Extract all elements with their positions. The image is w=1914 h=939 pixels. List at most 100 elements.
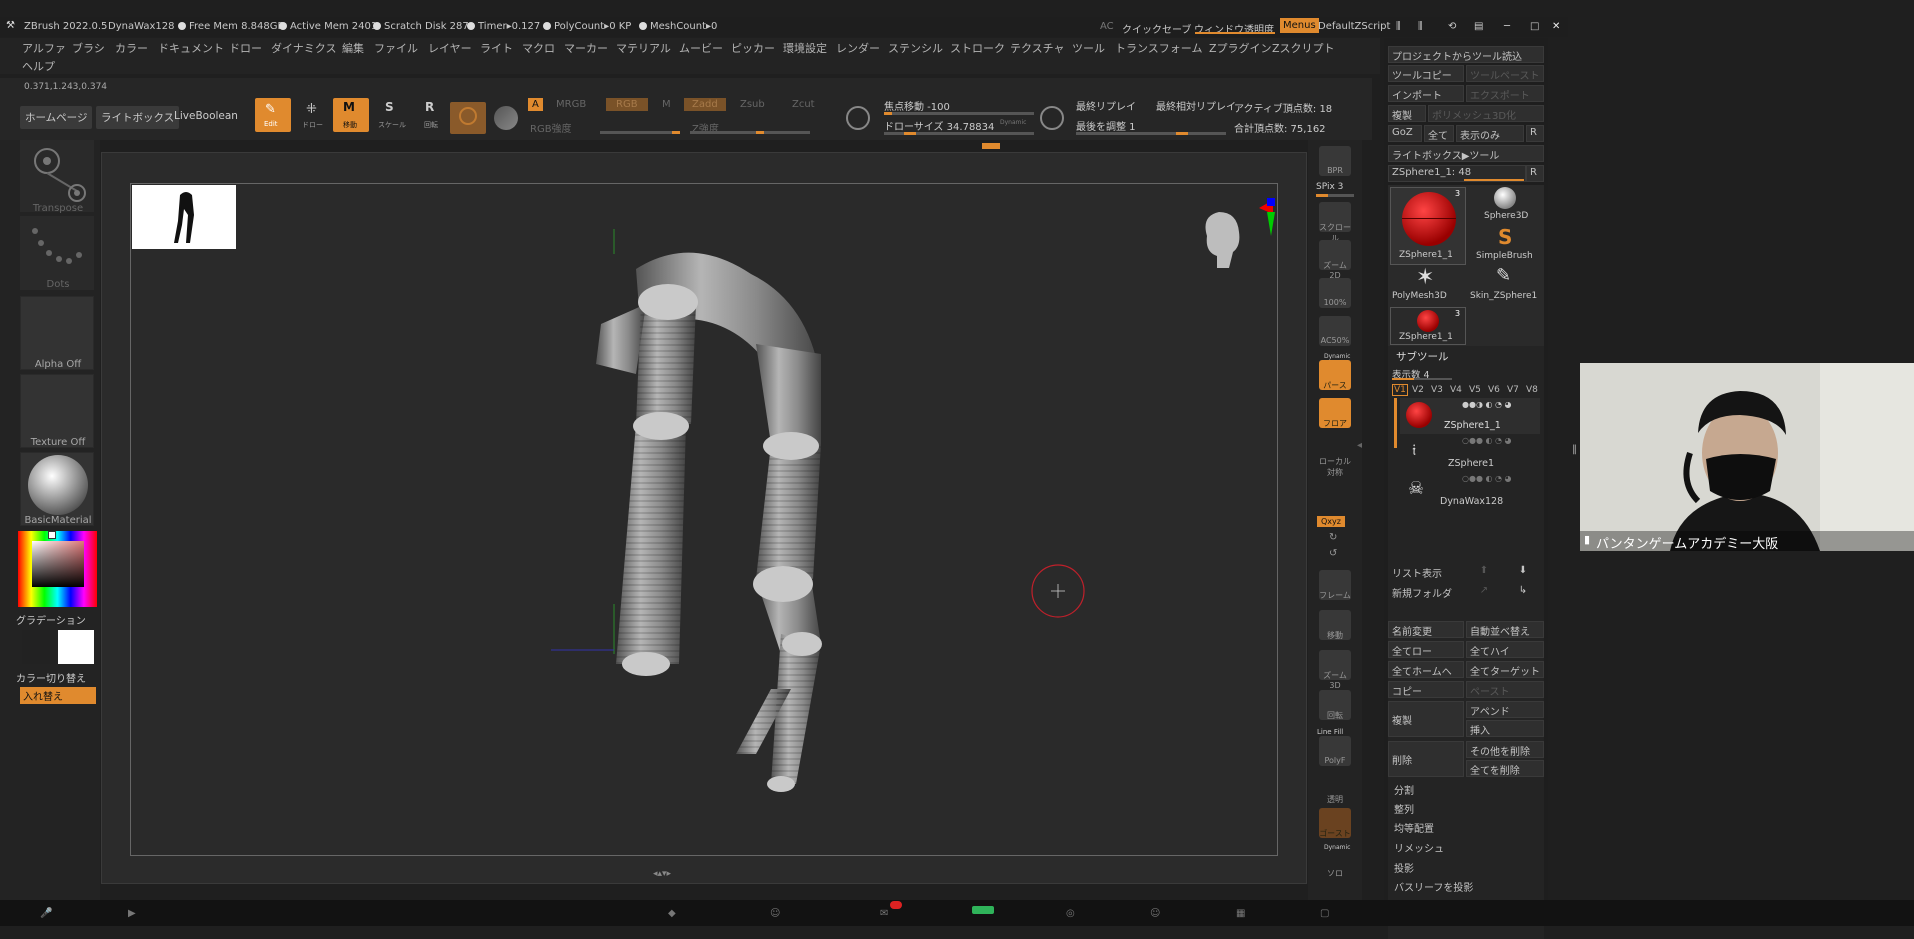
color-picker[interactable] xyxy=(18,531,97,607)
ac-button[interactable]: AC xyxy=(1100,21,1114,32)
visibility-eye-icon[interactable]: ○●● ◐ ◔ ◕ xyxy=(1462,436,1512,445)
solo-button[interactable]: ソロ xyxy=(1319,852,1351,878)
video-icon[interactable]: ▶ xyxy=(128,908,136,919)
panel-collapse-left-icon[interactable]: ◂ xyxy=(1357,440,1363,480)
tool-thumb-simplebrush[interactable]: S SimpleBrush xyxy=(1470,225,1542,265)
menu-zplugin[interactable]: Zプラグイン xyxy=(1209,40,1272,56)
spix-track[interactable] xyxy=(1316,194,1354,197)
ui-refresh-icon[interactable]: ⟲ xyxy=(1448,21,1456,32)
zoom2d-button[interactable]: ズーム2D xyxy=(1319,240,1351,280)
equal-layout-subpanel[interactable]: 均等配置 xyxy=(1388,818,1544,836)
paste-button[interactable]: ペースト xyxy=(1466,681,1544,698)
menu-stroke[interactable]: ストローク xyxy=(950,40,1005,56)
close-icon[interactable]: ✕ xyxy=(1552,21,1560,32)
menu-zscript[interactable]: Zスクリプト xyxy=(1272,40,1335,56)
panel-resize-handle[interactable]: ‖ xyxy=(1572,444,1577,470)
color-switch-button[interactable]: カラー切り替え xyxy=(16,670,100,685)
ghost-button[interactable]: ゴースト xyxy=(1319,808,1351,838)
z-strength-slider[interactable] xyxy=(690,131,810,134)
zsub-toggle[interactable]: Zsub xyxy=(740,99,765,110)
delete-button[interactable]: 削除 xyxy=(1388,741,1464,777)
a-toggle[interactable]: A xyxy=(528,98,543,111)
draw-size-slider[interactable]: ドローサイズ 34.78834 xyxy=(884,118,994,133)
swap-color-button[interactable]: 入れ替え xyxy=(20,687,96,704)
frame-button[interactable]: フレーム xyxy=(1319,570,1351,600)
current-tool-r-button[interactable]: R xyxy=(1526,165,1544,182)
version-v6[interactable]: V6 xyxy=(1488,385,1500,395)
security-icon[interactable]: ◆ xyxy=(668,908,676,919)
move-up-icon[interactable]: ⬆ xyxy=(1466,563,1502,580)
rgb-toggle[interactable]: RGB xyxy=(606,98,648,111)
menu-help[interactable]: ヘルプ xyxy=(22,58,55,74)
delete-others-button[interactable]: その他を削除 xyxy=(1466,741,1544,758)
menu-tool[interactable]: ツール xyxy=(1072,40,1105,56)
goz-button[interactable]: GoZ xyxy=(1388,125,1422,142)
menu-movie[interactable]: ムービー xyxy=(679,40,723,56)
minimize-icon[interactable]: ─ xyxy=(1504,21,1510,32)
menus-toggle-button[interactable]: Menus xyxy=(1280,18,1319,33)
move-button[interactable]: M 移動 xyxy=(333,98,369,132)
goz-all-button[interactable]: 全て xyxy=(1424,125,1454,142)
spix-slider[interactable]: SPix 3 xyxy=(1316,182,1343,192)
split-subpanel[interactable]: 分割 xyxy=(1388,780,1544,798)
gradient-label[interactable]: グラデーション xyxy=(16,612,100,627)
subtool-item-dynawax128[interactable]: ☠ ○●● ◐ ◔ ◕ DynaWax128 xyxy=(1400,474,1540,510)
share-screen-icon[interactable] xyxy=(972,906,994,914)
mic-icon[interactable]: 🎤 xyxy=(40,908,52,919)
tool-thumb-skin-zsphere[interactable]: ✎ Skin_ZSphere1 xyxy=(1470,265,1542,305)
list-all-button[interactable]: リスト表示 xyxy=(1388,563,1464,580)
menu-alpha[interactable]: アルファ xyxy=(22,40,66,56)
more-icon[interactable]: ▢ xyxy=(1320,908,1329,919)
zcut-toggle[interactable]: Zcut xyxy=(792,99,815,110)
goz-r-button[interactable]: R xyxy=(1526,125,1544,142)
copy-button[interactable]: コピー xyxy=(1388,681,1464,698)
rotate-free-icon[interactable]: ↺ xyxy=(1329,548,1337,559)
delete-all-button[interactable]: 全てを削除 xyxy=(1466,760,1544,777)
version-v4[interactable]: V4 xyxy=(1450,385,1462,395)
new-folder-button[interactable]: 新規フォルダ xyxy=(1388,583,1464,600)
chat-icon[interactable]: ✉ xyxy=(880,908,888,919)
insert-button[interactable]: 挿入 xyxy=(1466,720,1544,737)
all-to-target-button[interactable]: 全てターゲット xyxy=(1466,661,1544,678)
transparency-button[interactable]: 透明 xyxy=(1319,774,1351,804)
menu-material[interactable]: マテリアル xyxy=(616,40,671,56)
adjust-last-track[interactable] xyxy=(1076,132,1226,135)
project-basrelief-subpanel[interactable]: バスリーフを投影 xyxy=(1388,877,1544,895)
import-button[interactable]: インポート xyxy=(1388,85,1464,102)
version-v2[interactable]: V2 xyxy=(1412,385,1424,395)
clone-button[interactable]: 複製 xyxy=(1388,105,1426,122)
zoom3d-button[interactable]: ズーム3D xyxy=(1319,650,1351,690)
menu-marker[interactable]: マーカー xyxy=(564,40,608,56)
remesh-subpanel[interactable]: リメッシュ xyxy=(1388,838,1544,856)
menu-light[interactable]: ライト xyxy=(480,40,513,56)
material-sphere-button[interactable] xyxy=(450,102,486,134)
arrow-icon[interactable]: ↳ xyxy=(1504,583,1542,600)
transpose-button[interactable]: Transpose xyxy=(20,140,94,214)
menu-layer[interactable]: レイヤー xyxy=(428,40,472,56)
navigation-head-gizmo[interactable] xyxy=(1187,196,1277,276)
merge-subpanel[interactable]: 整列 xyxy=(1388,799,1544,817)
dynamic-toggle[interactable]: Dynamic xyxy=(1000,119,1026,126)
make-polymesh3d-button[interactable]: ポリメッシュ3D化 xyxy=(1428,105,1544,122)
scale-button[interactable]: S スケール xyxy=(376,98,406,132)
version-v5[interactable]: V5 xyxy=(1469,385,1481,395)
duplicate-button[interactable]: 複製 xyxy=(1388,701,1464,737)
load-tool-from-project-button[interactable]: プロジェクトからツール読込 xyxy=(1388,46,1544,63)
rotate-button[interactable]: R 回転 xyxy=(416,98,446,132)
visibility-eye-icon[interactable]: ●●◑ ◐ ◔ ◕ xyxy=(1462,400,1512,409)
stroke-dots-button[interactable]: Dots xyxy=(20,216,94,290)
tool-thumb-zsphere[interactable]: 3 ZSphere1_1 xyxy=(1390,187,1466,265)
menu-brush[interactable]: ブラシ xyxy=(72,40,105,56)
floor-button[interactable]: フロア xyxy=(1319,398,1351,428)
tool-thumb-zsphere-2[interactable]: 3 ZSphere1_1 xyxy=(1390,307,1466,345)
liveboolean-button[interactable]: LiveBoolean xyxy=(174,110,238,122)
menu-picker[interactable]: ピッカー xyxy=(731,40,775,56)
menu-edit[interactable]: 編集 xyxy=(342,40,364,56)
default-zscript-button[interactable]: DefaultZScript xyxy=(1318,21,1390,32)
menu-transform[interactable]: トランスフォーム xyxy=(1115,40,1202,56)
focal-shift-track[interactable] xyxy=(884,112,1034,115)
menu-file[interactable]: ファイル xyxy=(374,40,418,56)
menu-stencil[interactable]: ステンシル xyxy=(888,40,943,56)
mrgb-toggle[interactable]: MRGB xyxy=(556,99,586,110)
rotate-view-button[interactable]: 回転 xyxy=(1319,690,1351,720)
